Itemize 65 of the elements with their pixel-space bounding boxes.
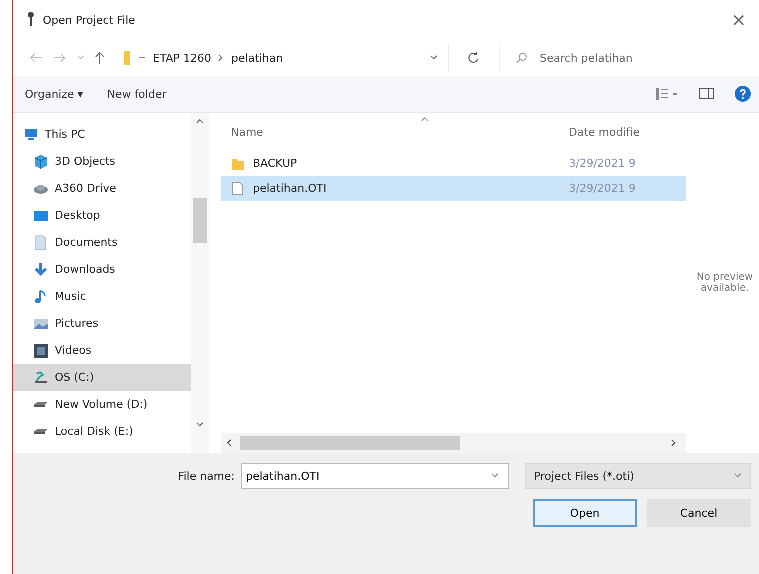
dropdown-icon (734, 473, 742, 479)
breadcrumb[interactable]: ETAP 1260 (153, 52, 212, 64)
sidebar-item[interactable]: Local Disk (E:) (13, 418, 191, 445)
drive-icon (33, 370, 49, 386)
download-arrow-icon (33, 262, 49, 278)
preview-message: No preview available. (696, 272, 754, 294)
sidebar-item[interactable]: Downloads (13, 256, 191, 283)
scroll-left-icon (227, 439, 232, 447)
view-options-icon (655, 87, 679, 101)
dropdown-icon (430, 55, 438, 61)
sidebar-item[interactable]: Music (13, 283, 191, 310)
dialog-button[interactable]: Cancel (647, 499, 751, 527)
folder-icon (231, 156, 245, 170)
computer-icon (23, 126, 39, 142)
pin-icon (27, 12, 35, 26)
field-label: File name: (178, 470, 235, 482)
sidebar-item[interactable]: 3D Objects (13, 148, 191, 175)
scroll-thumb[interactable] (240, 436, 460, 450)
drive-icon (33, 429, 49, 434)
column-header[interactable]: Date modifie (569, 126, 640, 138)
sidebar-item[interactable]: Documents (13, 229, 191, 256)
scrollbar[interactable] (191, 113, 209, 453)
folder-icon (123, 50, 131, 66)
sidebar-item[interactable]: This PC (13, 121, 191, 148)
file-date: 3/29/2021 9 (569, 182, 636, 195)
sidebar-item[interactable]: Videos (13, 337, 191, 364)
dropdown-icon (491, 473, 499, 479)
back-arrow-icon (29, 53, 43, 63)
file-name: pelatihan.OTI (253, 182, 327, 195)
file-row[interactable]: pelatihan.OTI 3/29/2021 9 (221, 176, 686, 201)
file-icon (231, 182, 245, 196)
breadcrumb[interactable]: pelatihan (231, 52, 284, 64)
file-date: 3/29/2021 9 (569, 157, 636, 170)
sidebar-item[interactable]: New Volume (D:) (13, 391, 191, 418)
file-name-field[interactable]: pelatihan.OTI (241, 463, 509, 489)
search-icon (516, 52, 528, 64)
scroll-right-icon (671, 439, 676, 447)
toolbar-button[interactable]: New folder (105, 86, 169, 102)
preview-pane-icon (699, 88, 715, 100)
caret-icon (77, 55, 85, 61)
video-icon (33, 342, 49, 358)
scroll-up-icon (196, 119, 204, 124)
column-header[interactable]: Name (221, 126, 569, 138)
sort-caret-icon (421, 117, 429, 122)
window-title: Open Project File (43, 14, 136, 26)
file-row[interactable]: BACKUP 3/29/2021 9 (221, 151, 686, 176)
scrollbar[interactable] (221, 433, 686, 453)
document-icon (33, 234, 49, 250)
up-arrow-icon (95, 52, 105, 64)
file-type-dropdown[interactable]: Project Files (*.oti) (525, 463, 751, 489)
cube-icon (33, 154, 49, 170)
sidebar-item[interactable]: Pictures (13, 310, 191, 337)
file-name: BACKUP (253, 157, 298, 170)
scroll-thumb[interactable] (193, 198, 207, 243)
close-button[interactable]: × (719, 2, 759, 38)
sidebar-item[interactable]: Desktop (13, 202, 191, 229)
forward-arrow-icon (53, 53, 67, 63)
toolbar-button[interactable]: Organize ▾ (23, 86, 86, 102)
sidebar-item[interactable]: A360 Drive (13, 175, 191, 202)
dialog-button[interactable]: Open (533, 499, 637, 527)
sidebar-item[interactable]: OS (C:) (13, 364, 191, 391)
refresh-icon (468, 52, 480, 64)
drive-icon (33, 402, 49, 407)
help-icon (735, 86, 751, 102)
scroll-down-icon (196, 422, 204, 427)
